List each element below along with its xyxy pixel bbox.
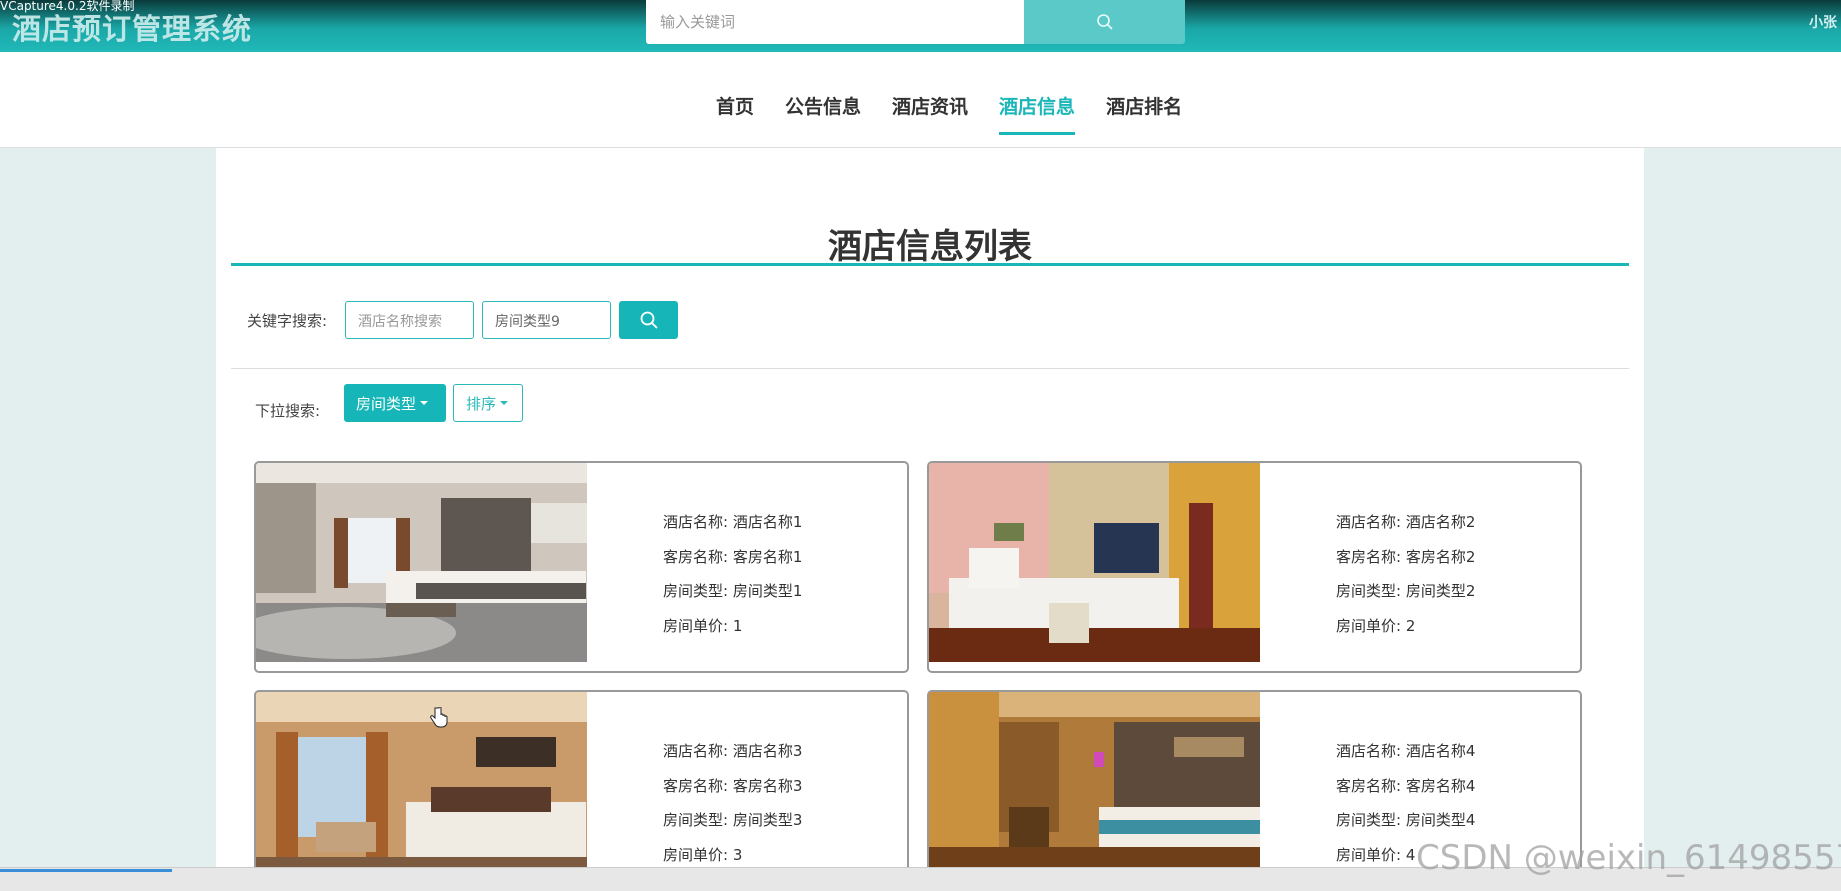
room-name: 客房名称: 客房名称4 [1336,776,1476,795]
title-underline [231,263,1629,266]
room-name: 客房名称: 客房名称1 [663,547,803,566]
nav-hotel-info[interactable]: 酒店信息 [999,92,1076,143]
hotel-room-photo [929,463,1260,662]
hotel-name-search-input[interactable]: 酒店名称搜索 [345,301,474,339]
room-name: 客房名称: 客房名称3 [663,776,803,795]
room-price: 房间单价: 2 [1336,617,1416,636]
dropdown-search-label: 下拉搜索: [255,402,321,420]
nav-home[interactable]: 首页 [716,92,754,143]
divider [231,368,1629,369]
hotel-card[interactable]: 酒店名称: 酒店名称1 客房名称: 客房名称1 房间类型: 房间类型1 房间单价… [254,461,909,673]
keyword-search-label: 关键字搜索: [247,312,328,330]
global-search-button[interactable] [1024,0,1185,44]
search-icon [1096,14,1113,30]
caret-down-icon [500,401,509,405]
page-title: 酒店信息列表 [828,227,1032,267]
watermark: CSDN @weixin_61498557 [1416,838,1841,878]
room-type: 房间类型: 房间类型4 [1336,811,1476,830]
sort-dropdown[interactable]: 排序 [453,384,523,422]
room-type-dropdown-label: 房间类型 [356,394,417,413]
room-name: 客房名称: 客房名称2 [1336,547,1476,566]
hotel-name: 酒店名称: 酒店名称4 [1336,742,1476,760]
room-price: 房间单价: 1 [663,617,743,636]
room-type-dropdown[interactable]: 房间类型 [344,384,446,422]
hotel-room-photo [929,692,1260,891]
global-search-input[interactable]: 输入关键词 [646,0,1024,44]
hotel-room-photo [256,463,587,662]
nav-hotel-ranking[interactable]: 酒店排名 [1106,92,1182,143]
main-content: 酒店信息列表 关键字搜索: 酒店名称搜索 房间类型9 下拉搜索: 房间类型 排序 [216,148,1644,891]
hotel-card[interactable]: 酒店名称: 酒店名称3 客房名称: 客房名称3 房间类型: 房间类型3 房间单价… [254,690,909,891]
caret-down-icon [420,401,429,405]
room-type: 房间类型: 房间类型2 [1336,582,1476,601]
room-type-search-input[interactable]: 房间类型9 [482,301,611,339]
sort-dropdown-label: 排序 [466,394,497,413]
user-name[interactable]: 小张 [1809,12,1837,32]
hotel-room-photo [256,692,587,891]
nav-announcements[interactable]: 公告信息 [785,92,861,143]
search-icon [640,311,658,329]
keyword-search-button[interactable] [619,301,678,339]
app-title: 酒店预订管理系统 [12,12,253,46]
hotel-name: 酒店名称: 酒店名称1 [663,513,803,531]
hand-cursor-icon [430,707,448,728]
recording-progress-bar [0,869,172,872]
hotel-card[interactable]: 酒店名称: 酒店名称2 客房名称: 客房名称2 房间类型: 房间类型2 房间单价… [927,461,1582,673]
room-type: 房间类型: 房间类型3 [663,811,803,830]
hotel-name: 酒店名称: 酒店名称2 [1336,513,1476,531]
room-type: 房间类型: 房间类型1 [663,582,803,601]
top-header: VCapture4.0.2软件录制 酒店预订管理系统 输入关键词 小张 [0,0,1841,52]
main-nav: 首页 公告信息 酒店资讯 酒店信息 酒店排名 [0,52,1841,148]
hotel-name: 酒店名称: 酒店名称3 [663,742,803,760]
nav-hotel-news[interactable]: 酒店资讯 [892,92,968,143]
